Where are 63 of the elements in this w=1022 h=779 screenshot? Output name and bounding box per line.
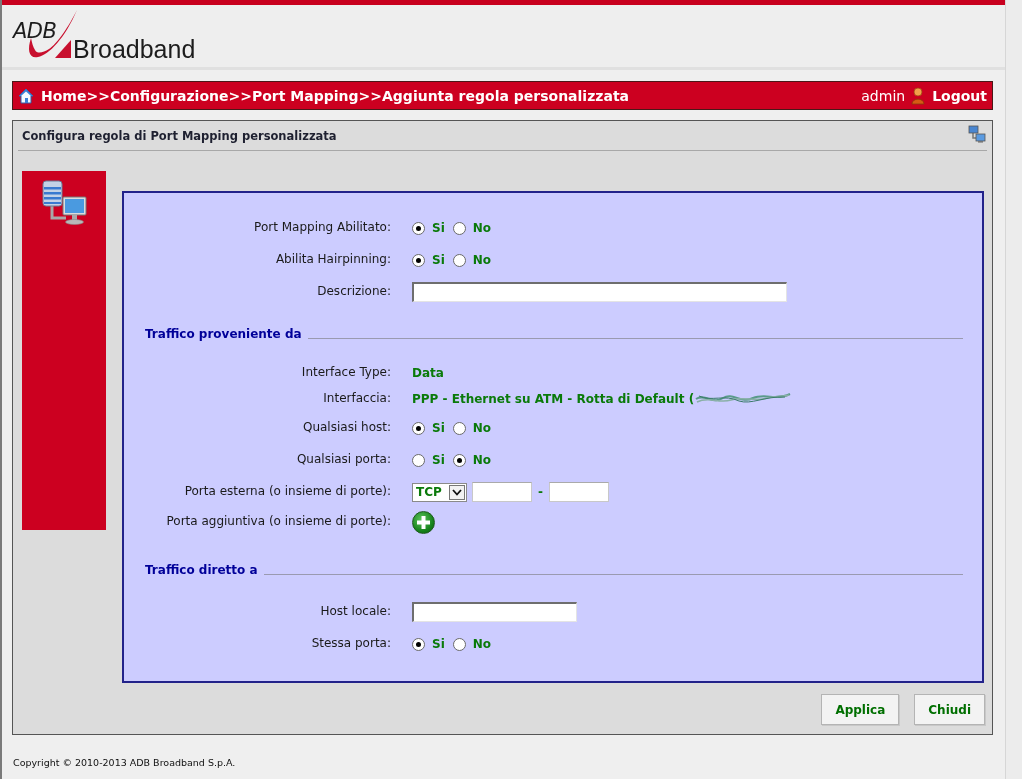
radio-label: No (472, 453, 492, 467)
section-title: Traffico diretto a (145, 563, 258, 577)
breadcrumb-page-title: Aggiunta regola personalizzata (382, 87, 630, 104)
close-button[interactable]: Chiudi (914, 694, 985, 725)
radio-label: Si (432, 637, 445, 651)
breadcrumb-link[interactable]: Home (41, 87, 87, 104)
field-label: Interface Type: (300, 365, 391, 379)
logo-text: Broadband (73, 38, 196, 60)
breadcrumb-separator: >> (86, 87, 110, 104)
triangle-icon (55, 40, 71, 58)
field-label: Porta esterna (o insieme di porte): (183, 484, 391, 498)
apply-button[interactable]: Applica (821, 694, 900, 725)
text-field[interactable] (549, 482, 609, 502)
radio-button[interactable] (412, 637, 425, 651)
field-label: Stessa porta: (310, 636, 391, 650)
server-monitor-icon (42, 180, 88, 226)
radio-label: Si (432, 221, 445, 235)
range-separator: - (538, 485, 543, 499)
text-field[interactable] (412, 602, 577, 622)
radio-label: No (472, 421, 492, 435)
radio-button[interactable] (412, 453, 425, 467)
field-label: Porta aggiuntiva (o insieme di porte): (165, 514, 391, 528)
radio-button[interactable] (452, 421, 466, 435)
field-label: Qualsiasi host: (301, 420, 391, 434)
user-icon (911, 86, 926, 105)
breadcrumb-separator: >> (228, 87, 252, 104)
radio-label: No (472, 221, 492, 235)
radio-button[interactable] (452, 637, 466, 651)
section-title: Traffico proveniente da (145, 327, 302, 341)
breadcrumb-link[interactable]: Port Mapping (251, 87, 359, 104)
radio-button[interactable] (452, 221, 466, 235)
field-label: Abilita Hairpinning: (274, 252, 391, 266)
logout-link[interactable]: Logout (932, 87, 987, 104)
radio-label: Si (432, 453, 445, 467)
radio-label: Si (432, 253, 445, 267)
radio-label: No (472, 253, 492, 267)
home-icon[interactable] (18, 87, 34, 104)
logo-text: ADB (12, 18, 57, 42)
radio-label: Si (432, 421, 445, 435)
panel-title: Configura regola di Port Mapping personalizzata (22, 128, 338, 143)
protocol-select[interactable]: TCP (412, 482, 467, 502)
radio-button[interactable] (452, 453, 466, 467)
username: admin (861, 87, 906, 104)
breadcrumb-link[interactable]: Configurazione (109, 87, 229, 104)
field-value: PPP - Ethernet su ATM - Rotta di Default ( (412, 392, 695, 406)
copyright-text: Copyright © 2010-2013 ADB Broadband S.p.A. (13, 757, 236, 768)
plus-icon (417, 516, 430, 529)
field-label: Interfaccia: (322, 391, 391, 405)
field-label: Descrizione: (316, 284, 391, 298)
breadcrumb-separator: >> (358, 87, 382, 104)
network-icon (968, 124, 986, 143)
add-button[interactable] (412, 511, 435, 534)
field-label: Port Mapping Abilitato: (253, 220, 391, 234)
radio-button[interactable] (412, 253, 425, 267)
field-label: Host locale: (319, 604, 391, 618)
text-field[interactable] (412, 282, 787, 302)
text-field[interactable] (472, 482, 532, 502)
field-label: Qualsiasi porta: (295, 452, 391, 466)
radio-button[interactable] (412, 221, 425, 235)
radio-button[interactable] (412, 421, 425, 435)
radio-button[interactable] (452, 253, 466, 267)
field-value: Data (412, 366, 444, 380)
radio-label: No (472, 637, 492, 651)
